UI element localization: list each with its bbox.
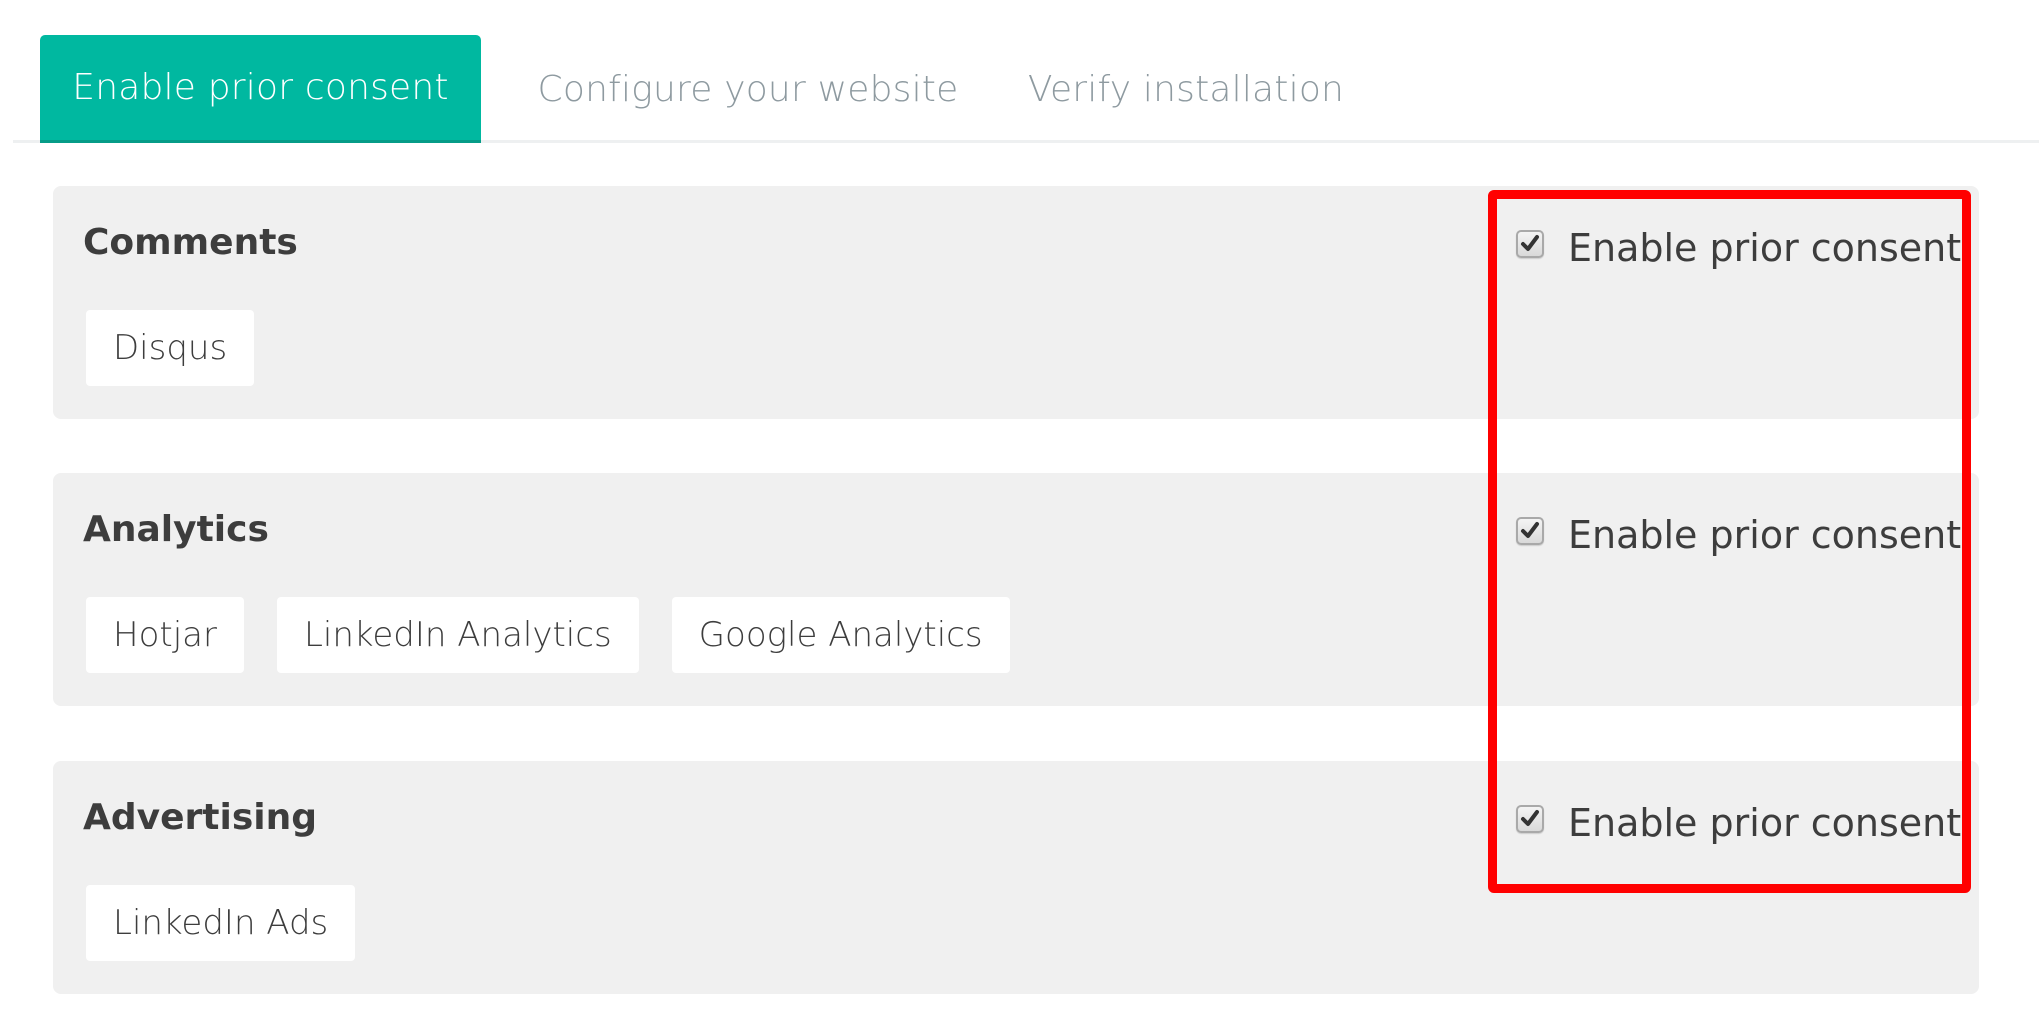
tab-bar: Enable prior consent Configure your webs… [13, 0, 2039, 143]
tab-verify-installation[interactable]: Verify installation [1021, 35, 1351, 143]
checkmark-icon [1521, 522, 1539, 538]
service-list: Disqus [86, 310, 255, 386]
category-title: Analytics [83, 509, 269, 550]
service-tag: Hotjar [86, 597, 244, 673]
category-card-analytics: Analytics Hotjar LinkedIn Analytics Goog… [53, 473, 1979, 706]
service-tag: Disqus [86, 310, 255, 386]
category-card-comments: Comments Disqus Enable prior consent [53, 186, 1979, 419]
tab-configure-your-website[interactable]: Configure your website [523, 35, 973, 143]
consent-label: Enable prior consent [1568, 513, 1962, 557]
category-title: Comments [83, 222, 298, 263]
category-title: Advertising [83, 797, 317, 838]
service-list: Hotjar LinkedIn Analytics Google Analyti… [86, 597, 1010, 673]
consent-checkbox[interactable] [1516, 805, 1544, 833]
consent-checkbox[interactable] [1516, 517, 1544, 545]
consent-checkbox[interactable] [1516, 230, 1544, 258]
category-card-advertising: Advertising LinkedIn Ads Enable prior co… [53, 761, 1979, 994]
tab-enable-prior-consent[interactable]: Enable prior consent [40, 35, 481, 143]
service-list: LinkedIn Ads [86, 885, 356, 961]
service-tag: LinkedIn Ads [86, 885, 356, 961]
service-tag: Google Analytics [671, 597, 1010, 673]
enable-prior-consent-toggle[interactable]: Enable prior consent [1516, 513, 1961, 557]
service-tag: LinkedIn Analytics [276, 597, 639, 673]
checkmark-icon [1521, 810, 1539, 826]
consent-label: Enable prior consent [1568, 801, 1962, 845]
enable-prior-consent-toggle[interactable]: Enable prior consent [1516, 801, 1961, 845]
checkmark-icon [1521, 235, 1539, 251]
enable-prior-consent-toggle[interactable]: Enable prior consent [1516, 226, 1961, 270]
consent-label: Enable prior consent [1568, 226, 1962, 270]
